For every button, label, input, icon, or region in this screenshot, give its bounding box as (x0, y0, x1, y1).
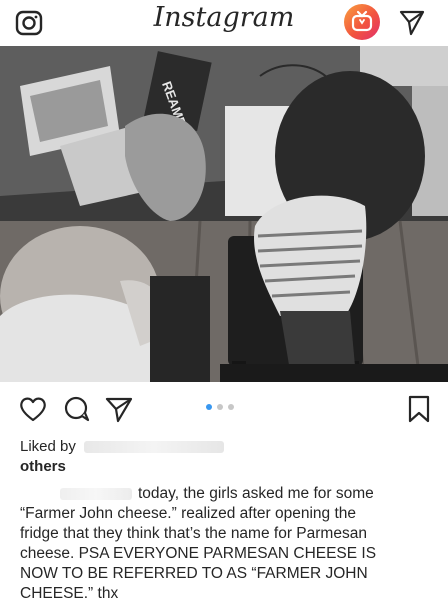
bookmark-icon[interactable] (404, 394, 434, 424)
caption-line-3: fridge that they think that’s the name f… (20, 525, 367, 542)
liked-by-line: Liked by (20, 438, 225, 455)
share-icon[interactable] (104, 394, 134, 424)
carousel-dot (217, 404, 223, 410)
post-actions-bar (0, 386, 448, 432)
post-caption: today, the girls asked me for some “Farm… (20, 484, 430, 604)
igtv-icon[interactable] (344, 4, 380, 40)
caption-line-5: NOW TO BE REFERRED TO AS “FARMER JOHN (20, 565, 368, 582)
blurred-author-name[interactable] (60, 487, 132, 500)
carousel-dot (228, 404, 234, 410)
instagram-logo: Instagram (153, 2, 295, 33)
caption-line-6: CHEESE.” thx (20, 585, 119, 602)
top-bar: Instagram (0, 0, 448, 46)
direct-message-icon[interactable] (398, 8, 426, 36)
carousel-indicator (206, 404, 242, 412)
heart-icon[interactable] (18, 394, 48, 424)
liked-by-label: Liked by (20, 438, 76, 455)
caption-line-2: “Farmer John cheese.” realized after ope… (20, 505, 357, 522)
blurred-username (84, 441, 225, 454)
others-link[interactable]: others (20, 458, 66, 475)
post-photo[interactable]: REAMER (0, 46, 448, 382)
caption-line-1: today, the girls asked me for some (20, 484, 430, 504)
comment-icon[interactable] (62, 394, 92, 424)
caption-line-4: cheese. PSA EVERYONE PARMESAN CHEESE IS (20, 545, 377, 562)
carousel-dot-active (206, 404, 212, 410)
